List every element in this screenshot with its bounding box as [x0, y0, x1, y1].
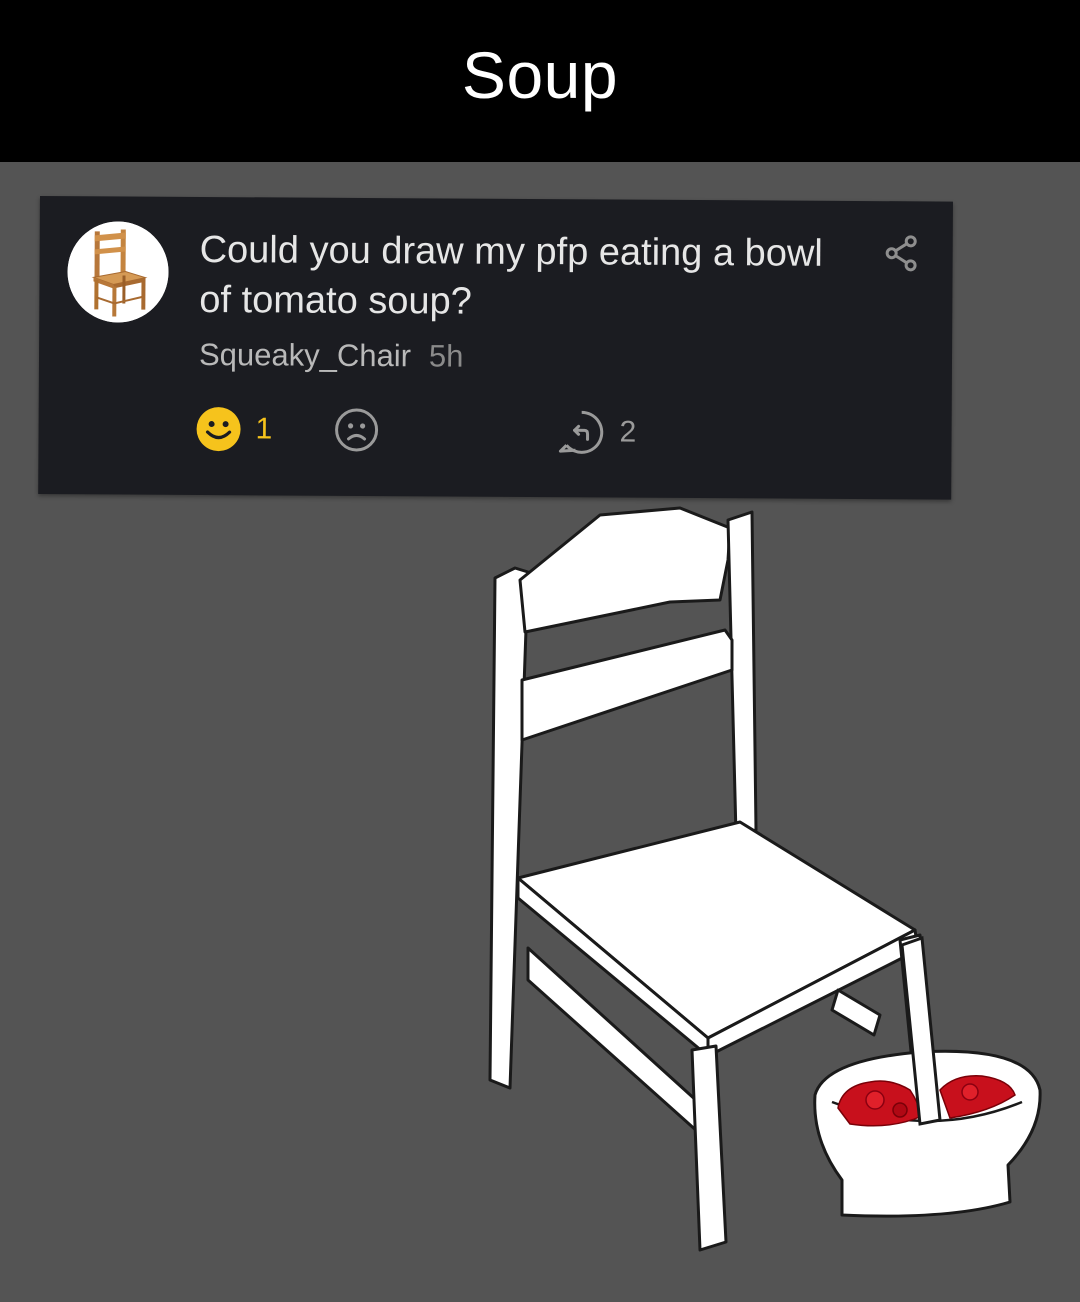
- share-button[interactable]: [885, 234, 919, 272]
- chair-eating-soup-drawing: [488, 506, 1042, 1252]
- title-bar: Soup: [0, 0, 1080, 162]
- meme-page: Soup Could you draw my pfp eating a bowl…: [0, 0, 1080, 1302]
- reply-arrow-icon: [558, 410, 604, 454]
- reply-count: 2: [619, 415, 637, 449]
- post-time: 5h: [428, 338, 464, 374]
- post-meta: Squeaky_Chair 5h: [199, 337, 464, 375]
- question-text: Could you draw my pfp eating a bowl of t…: [199, 228, 823, 323]
- username[interactable]: Squeaky_Chair: [199, 337, 411, 373]
- reply-button[interactable]: 2: [557, 408, 636, 456]
- avatar[interactable]: [67, 221, 169, 323]
- happy-count: 1: [255, 412, 273, 446]
- question-card[interactable]: Could you draw my pfp eating a bowl of t…: [38, 196, 953, 500]
- meme-title: Soup: [461, 38, 619, 112]
- sad-face-icon: [335, 408, 379, 452]
- wooden-chair-avatar-icon: [67, 221, 169, 323]
- sad-reaction-button[interactable]: [333, 407, 379, 453]
- smiley-face-icon: [196, 407, 241, 452]
- share-icon: [885, 235, 917, 272]
- happy-reaction-button[interactable]: 1: [195, 406, 272, 452]
